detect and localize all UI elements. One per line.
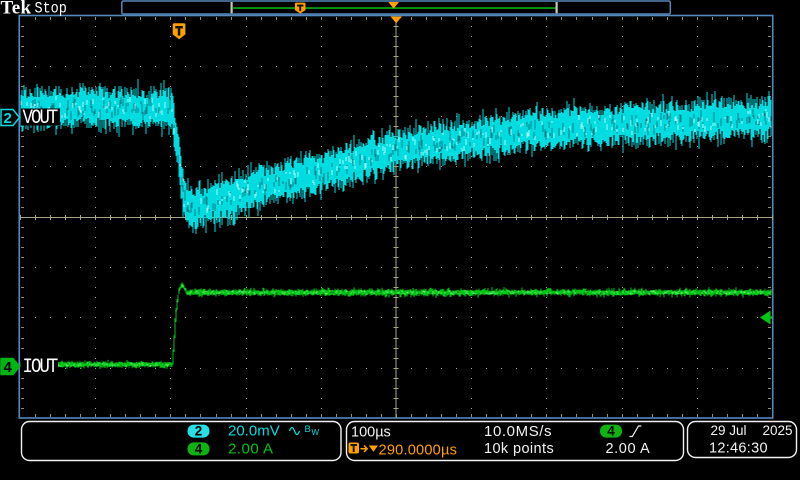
svg-text:4: 4 [4, 359, 13, 376]
svg-text:B: B [305, 424, 311, 435]
svg-text:20.0mV: 20.0mV [228, 423, 280, 440]
svg-text:Tek: Tek [1, 0, 32, 19]
svg-text:100µs: 100µs [351, 425, 391, 441]
svg-text:10k points: 10k points [484, 441, 554, 457]
svg-text:4: 4 [195, 441, 203, 456]
svg-text:12:46:30: 12:46:30 [709, 441, 768, 457]
svg-text:2.00 A: 2.00 A [606, 441, 651, 457]
svg-text:2.00 A: 2.00 A [228, 441, 274, 458]
svg-text:2: 2 [195, 424, 203, 439]
svg-text:IOUT: IOUT [23, 354, 58, 378]
svg-text:290.0000µs: 290.0000µs [379, 443, 458, 459]
svg-text:2: 2 [4, 110, 12, 127]
svg-text:W: W [312, 428, 320, 437]
svg-text:Stop: Stop [35, 1, 67, 18]
svg-text:10.0MS/s: 10.0MS/s [484, 423, 552, 440]
svg-text:4: 4 [607, 424, 615, 439]
svg-text:VOUT: VOUT [23, 105, 58, 129]
svg-text:29 Jul: 29 Jul [711, 423, 747, 438]
svg-text:2025: 2025 [762, 423, 792, 438]
